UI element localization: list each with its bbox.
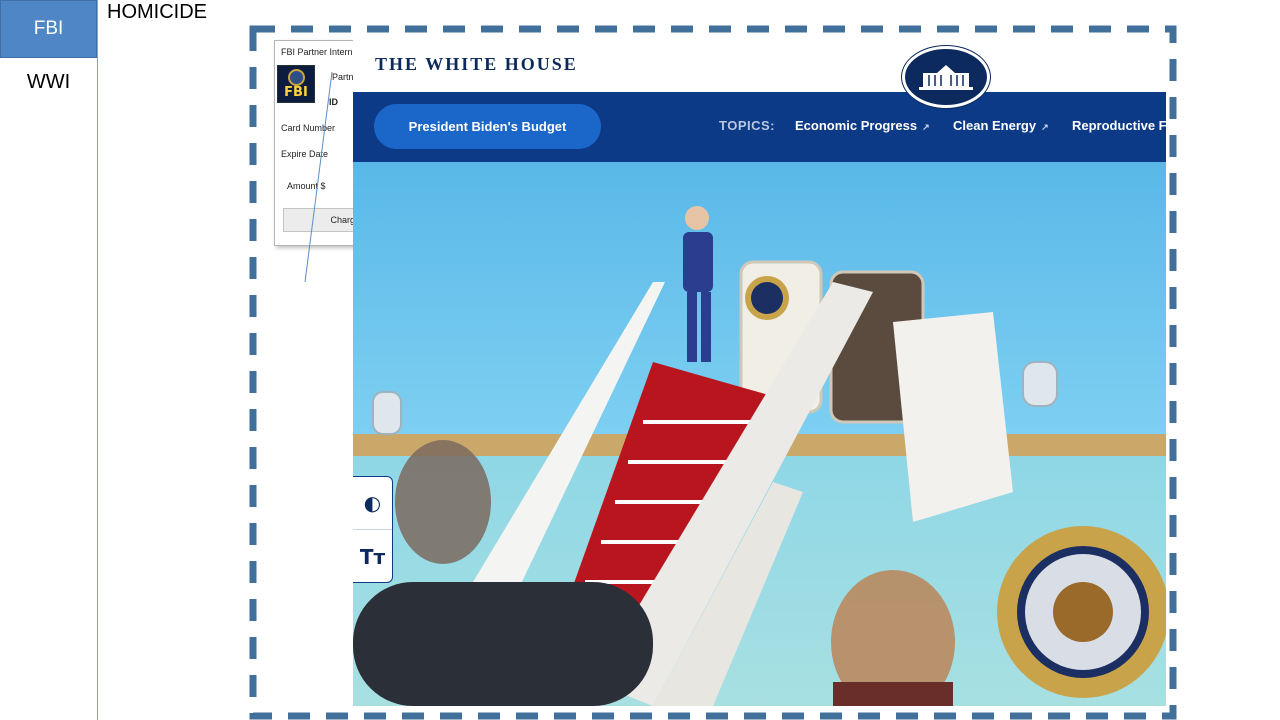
topic-label: Economic Progress	[795, 118, 918, 133]
sidebar-item-label: FBI	[33, 18, 64, 39]
external-arrow-icon: ↗	[922, 122, 930, 132]
topic-label: Clean Energy	[953, 118, 1037, 133]
window-title: FBI Partner Intern	[281, 47, 353, 57]
external-arrow-icon: ↗	[1041, 122, 1049, 132]
whitehouse-website: THE WHITE HOUSE President Biden's Budget…	[353, 38, 1166, 706]
sidebar: FBI WWI	[0, 0, 98, 720]
topic-link-reproductive[interactable]: Reproductive F	[1072, 118, 1166, 133]
accessibility-toolbar: ◐ Tт	[353, 476, 393, 583]
topic-link-clean-energy[interactable]: Clean Energy ↗	[953, 118, 1049, 133]
topic-link-economic-progress[interactable]: Economic Progress ↗	[795, 118, 930, 133]
fbi-logo-text: FBI	[284, 85, 308, 100]
slide-canvas: FBI WWI HOMICIDE FBI Partner Intern FBI …	[0, 0, 1280, 720]
topic-label: Reproductive F	[1072, 118, 1166, 133]
contrast-icon: ◐	[363, 491, 382, 515]
sidebar-item-fbi[interactable]: FBI	[0, 0, 97, 58]
page-heading: HOMICIDE	[107, 1, 207, 23]
topics-label: TOPICS:	[719, 118, 775, 133]
site-nav-bar: President Biden's Budget TOPICS: Economi…	[353, 92, 1166, 162]
partner-label: Partn	[332, 72, 354, 82]
contrast-toggle-button[interactable]: ◐	[353, 477, 392, 530]
text-size-icon: Tт	[359, 544, 386, 569]
sidebar-item-wwi[interactable]: WWI	[0, 68, 97, 96]
budget-button-label: President Biden's Budget	[408, 119, 567, 134]
white-house-seal-icon[interactable]	[902, 46, 990, 108]
site-header: THE WHITE HOUSE	[353, 38, 1166, 92]
hero-photo	[353, 162, 1166, 706]
card-number-label: Card Number	[281, 123, 336, 133]
expire-date-label: Expire Date	[281, 149, 329, 159]
text-size-button[interactable]: Tт	[353, 530, 392, 583]
fbi-logo-icon: FBI	[277, 65, 315, 103]
sidebar-item-label: WWI	[26, 70, 71, 93]
white-house-building-icon	[919, 65, 973, 90]
id-label: ID	[329, 97, 338, 107]
amount-label: Amount $	[287, 181, 326, 191]
site-title[interactable]: THE WHITE HOUSE	[375, 54, 578, 75]
budget-button[interactable]: President Biden's Budget	[374, 104, 601, 149]
